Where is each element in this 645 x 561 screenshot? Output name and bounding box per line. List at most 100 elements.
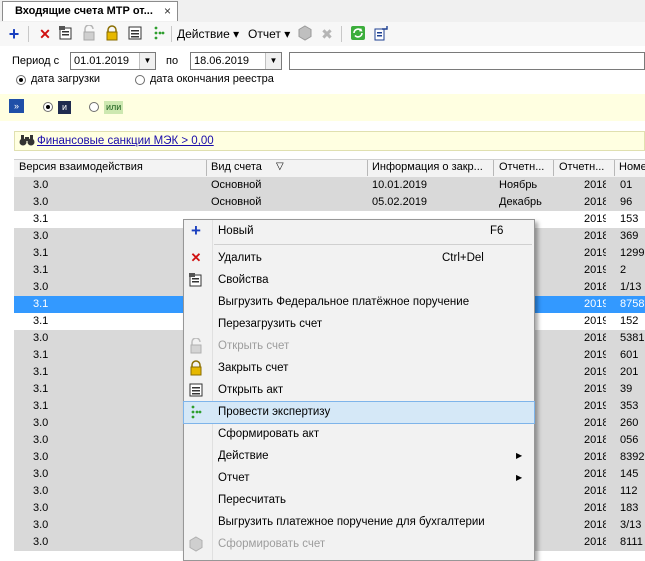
lock-icon (188, 360, 204, 376)
toolbar-divider (28, 26, 29, 42)
action-menu-button[interactable]: Действие ▾ (177, 27, 239, 41)
cell-report-year: 2019 (584, 315, 606, 327)
report-menu-button[interactable]: Отчет ▾ (248, 27, 290, 41)
column-divider[interactable] (553, 160, 554, 176)
hexagon-icon[interactable] (296, 25, 314, 43)
properties-icon (188, 272, 204, 288)
delete-icon: ✕ (190, 250, 202, 265)
menu-item-export-federal[interactable]: Выгрузить Федеральное платёжное поручени… (184, 292, 534, 313)
column-divider[interactable] (493, 160, 494, 176)
column-header-close-info[interactable]: Информация о закр... (372, 161, 490, 173)
cell-report-year: 2018 (584, 417, 606, 429)
menu-item-label: Отчет (218, 472, 250, 484)
add-icon[interactable]: + (5, 25, 23, 43)
column-header-report-month[interactable]: Отчетн... (499, 161, 551, 173)
or-badge: или (104, 101, 124, 114)
menu-item-label: Выгрузить Федеральное платёжное поручени… (218, 296, 470, 308)
menu-item-new[interactable]: + Новый F6 (184, 221, 534, 242)
period-from-date[interactable]: 01.01.2019 ▼ (70, 52, 156, 70)
cell-number: 5381 (620, 332, 645, 344)
properties-icon[interactable] (57, 25, 75, 43)
cell-version: 3.1 (33, 247, 49, 259)
cell-number: 601 (620, 349, 639, 361)
cell-version: 3.1 (33, 264, 49, 276)
tab-incoming-invoices[interactable]: Входящие счета МТР от... × (2, 1, 178, 21)
open-lock-icon (188, 337, 204, 354)
cell-report-year: 2018 (584, 502, 606, 514)
cell-report-year: 2018 (584, 230, 606, 242)
menu-item-delete[interactable]: ✕ Удалить Ctrl+Del (184, 248, 534, 269)
action-label: Действие (177, 27, 230, 41)
expertise-icon[interactable] (150, 25, 168, 43)
menu-item-label: Открыть акт (218, 384, 284, 396)
delete-icon[interactable]: ✕ (36, 25, 54, 43)
radio-upload-date[interactable] (16, 75, 26, 85)
column-divider[interactable] (206, 160, 207, 176)
cell-report-year: 2019 (584, 264, 606, 276)
cell-report-year: 2018 (584, 281, 606, 293)
menu-item-recalc[interactable]: Пересчитать (184, 490, 534, 511)
cell-version: 3.1 (33, 213, 49, 225)
table-row[interactable]: 3.0 Основной 05.02.2019 Декабрь 2018 96 (14, 194, 645, 211)
shortcut-label: Ctrl+Del (442, 252, 484, 264)
cancel-icon[interactable]: ✖ (318, 25, 336, 43)
menu-item-open-act[interactable]: Открыть акт (184, 380, 534, 401)
cell-version: 3.0 (33, 281, 49, 293)
saved-filter-link[interactable]: Финансовые санкции МЭК > 0,00 (37, 135, 214, 147)
toolbar-divider (171, 26, 172, 42)
menu-item-close-invoice[interactable]: Закрыть счет (184, 358, 534, 379)
lock-icon[interactable] (103, 25, 121, 43)
cell-number: 8392 (620, 451, 645, 463)
menu-item-label: Свойства (218, 274, 269, 286)
expand-icon[interactable]: » (9, 99, 24, 113)
open-lock-icon[interactable] (80, 24, 98, 43)
close-icon[interactable]: × (164, 4, 171, 18)
menu-item-label: Сформировать счет (218, 538, 326, 550)
menu-item-export-accounting[interactable]: Выгрузить платежное поручение для бухгал… (184, 512, 534, 533)
cell-number: 1299( (620, 247, 645, 259)
radio-and[interactable] (43, 102, 53, 112)
cell-number: 056 (620, 434, 639, 446)
chevron-down-icon[interactable]: ▼ (265, 53, 281, 69)
table-row[interactable]: 3.0 Основной 10.01.2019 Ноябрь 2018 01 (14, 177, 645, 194)
cell-close-info: 05.02.2019 (372, 196, 428, 208)
cell-version: 3.0 (33, 536, 49, 548)
column-divider[interactable] (367, 160, 368, 176)
menu-item-report[interactable]: Отчет ▶ (184, 468, 534, 489)
cell-number: 369 (620, 230, 639, 242)
filter-text-field[interactable] (289, 52, 645, 70)
radio-or[interactable] (89, 102, 99, 112)
menu-item-action[interactable]: Действие ▶ (184, 446, 534, 467)
cell-report-year: 2019 (584, 400, 606, 412)
report-label: Отчет (248, 27, 281, 41)
refresh-icon[interactable] (349, 25, 367, 43)
period-to-date[interactable]: 18.06.2019 ▼ (190, 52, 282, 70)
cell-number: 153 (620, 213, 639, 225)
sort-down-icon[interactable]: ▽ (276, 161, 284, 172)
menu-item-properties[interactable]: Свойства (184, 270, 534, 291)
menu-item-label: Действие (218, 450, 269, 462)
act-icon[interactable] (126, 25, 144, 43)
add-icon: + (191, 221, 201, 240)
menu-item-expertise[interactable]: Провести экспертизу (183, 401, 535, 424)
cell-version: 3.0 (33, 230, 49, 242)
column-divider[interactable] (614, 160, 615, 176)
menu-item-label: Закрыть счет (218, 362, 289, 374)
menu-item-reload[interactable]: Перезагрузить счет (184, 314, 534, 335)
cell-number: 152 (620, 315, 639, 327)
cell-version: 3.0 (33, 485, 49, 497)
menu-item-make-act[interactable]: Сформировать акт (184, 424, 534, 445)
radio-registry-end-label: дата окончания реестра (150, 73, 274, 85)
cell-version: 3.0 (33, 468, 49, 480)
cell-report-year: 2019 (584, 349, 606, 361)
column-header-number[interactable]: Номе (619, 161, 645, 173)
radio-registry-end[interactable] (135, 75, 145, 85)
column-header-version[interactable]: Версия взаимодействия (19, 161, 203, 173)
cell-number: 8758 (620, 298, 645, 310)
chevron-down-icon[interactable]: ▼ (139, 53, 155, 69)
period-to-value: 18.06.2019 (194, 55, 250, 67)
cell-report-year: 2019 (584, 247, 606, 259)
column-header-report-year[interactable]: Отчетн... (559, 161, 611, 173)
cell-report-year: 2019 (584, 366, 606, 378)
export-icon[interactable] (372, 25, 390, 43)
